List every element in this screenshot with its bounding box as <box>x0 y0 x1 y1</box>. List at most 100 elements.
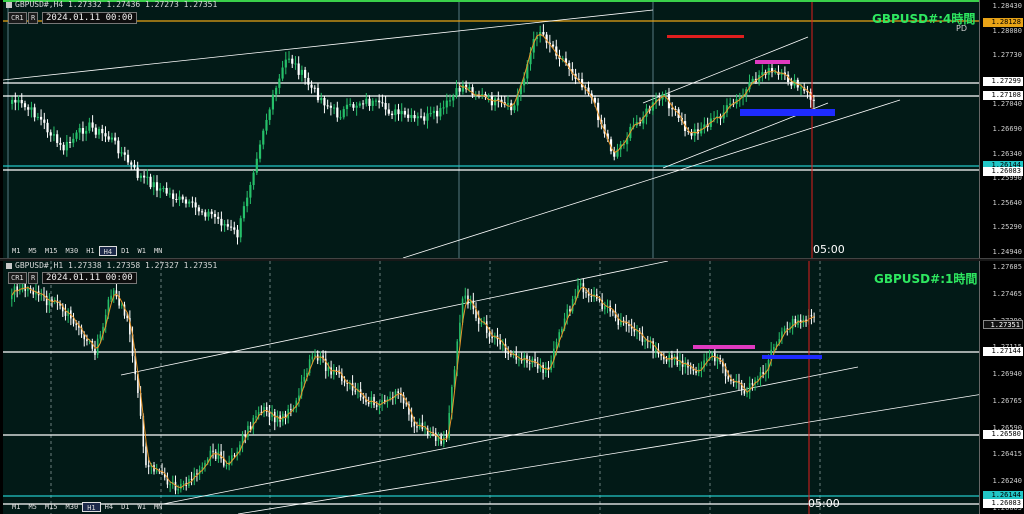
chart-menu-icon[interactable] <box>6 1 12 8</box>
h1-r-chip[interactable]: R <box>28 272 39 284</box>
h4-candle <box>374 100 378 102</box>
h1-candle <box>335 369 338 371</box>
h4-candle <box>197 207 200 212</box>
price-level-tag: 1.27144 <box>983 347 1023 356</box>
h1-candle <box>11 295 13 300</box>
h4-price-scale[interactable]: 1.284301.280801.277301.273801.270401.266… <box>979 0 1024 258</box>
h4-candle <box>233 227 236 230</box>
h4-chart-panel[interactable]: 1.284301.280801.277301.273801.270401.266… <box>0 0 1024 258</box>
h1-plot-area[interactable] <box>3 261 980 514</box>
timeframe-button-m1[interactable]: M1 <box>8 246 24 256</box>
timeframe-button-m15[interactable]: M15 <box>41 246 62 256</box>
h1-candle <box>464 295 467 299</box>
timeframe-button-mn[interactable]: MN <box>150 246 166 256</box>
timeframe-button-d1[interactable]: D1 <box>117 502 133 512</box>
h1-candle <box>375 405 378 407</box>
h4-candle <box>513 105 516 111</box>
h4-candle <box>146 176 149 178</box>
h4-plot-area[interactable] <box>3 0 980 258</box>
timeframe-button-m30[interactable]: M30 <box>62 502 83 512</box>
h4-candle <box>94 127 97 135</box>
h1-candle <box>585 292 587 294</box>
h4-candle <box>223 224 226 226</box>
timeframe-button-m15[interactable]: M15 <box>41 502 62 512</box>
h4-r-chip[interactable]: R <box>28 12 39 24</box>
price-tick-label: 1.25640 <box>992 198 1022 207</box>
h4-candle <box>284 59 287 68</box>
h1-candle <box>480 322 483 324</box>
h4-candle <box>551 44 555 47</box>
h4-candle <box>229 226 233 228</box>
chart-menu-icon[interactable] <box>6 262 12 269</box>
timeframe-button-m1[interactable]: M1 <box>8 502 24 512</box>
h1-candle <box>367 402 370 405</box>
h4-candle <box>104 133 107 137</box>
h1-candle <box>622 320 625 322</box>
h4-pd-label: PD <box>956 24 967 33</box>
h4-candle <box>75 132 78 139</box>
h4-candle <box>194 202 197 208</box>
timeframe-button-h4[interactable]: H4 <box>98 246 118 256</box>
h1-candle <box>220 451 222 459</box>
h4-candle <box>313 87 316 89</box>
timeframe-button-m5[interactable]: M5 <box>24 246 40 256</box>
h1-chart-panel[interactable]: 1.276851.274651.272901.271151.269401.267… <box>0 261 1024 514</box>
h1-candle <box>609 305 611 312</box>
h4-candle <box>20 100 23 104</box>
h4-candle <box>455 88 458 96</box>
timeframe-button-w1[interactable]: W1 <box>134 246 150 256</box>
h4-candle <box>207 211 210 217</box>
h1-candle <box>314 354 316 357</box>
h4-candle <box>236 229 239 238</box>
h4-candle <box>339 117 342 119</box>
h1-price-scale[interactable]: 1.276851.274651.272901.271151.269401.267… <box>979 261 1024 514</box>
h1-timeframe-bar: M1 M5 M15 M30 H1 H4 D1 W1 MN <box>8 502 166 512</box>
h4-candle <box>345 104 349 110</box>
h4-cr1-chip[interactable]: CR1 <box>8 12 27 24</box>
h4-resistance-marker-red <box>667 35 744 38</box>
h1-candle <box>27 287 29 291</box>
price-tick-label: 1.26765 <box>992 396 1022 405</box>
h1-candle <box>147 465 150 468</box>
h4-candle <box>304 69 307 78</box>
h1-candle <box>99 334 102 339</box>
h4-candle <box>432 110 436 114</box>
h4-candle <box>439 108 442 117</box>
timeframe-button-mn[interactable]: MN <box>150 502 166 512</box>
h1-cr1-chip[interactable]: CR1 <box>8 272 27 284</box>
timeframe-button-w1[interactable]: W1 <box>134 502 150 512</box>
price-level-tag: 1.26580 <box>983 430 1023 439</box>
h4-candle <box>333 107 336 109</box>
h4-candle <box>381 102 384 104</box>
h1-candle <box>416 426 418 428</box>
timeframe-button-h1[interactable]: H1 <box>82 502 101 512</box>
h1-candle <box>727 376 730 380</box>
h1-price-chart[interactable] <box>3 261 980 514</box>
h1-candle <box>443 436 445 444</box>
timeframe-button-m5[interactable]: M5 <box>24 502 40 512</box>
timeframe-button-h1[interactable]: H1 <box>82 246 98 256</box>
h1-candle <box>169 484 171 486</box>
h4-candle <box>81 128 85 134</box>
h1-candle <box>343 381 346 383</box>
h4-candle <box>378 100 381 103</box>
h4-candle <box>56 134 59 143</box>
h4-candle <box>114 137 117 141</box>
h4-candle <box>88 122 91 131</box>
price-tick-label: 1.28080 <box>992 26 1022 35</box>
timeframe-button-d1[interactable]: D1 <box>117 246 133 256</box>
price-tick-label: 1.27730 <box>992 51 1022 60</box>
timeframe-button-m30[interactable]: M30 <box>62 246 83 256</box>
h4-candle <box>43 119 46 123</box>
h4-candle <box>336 107 339 118</box>
h4-candle <box>400 111 403 115</box>
h1-support-zone-blue <box>762 355 822 359</box>
price-tick-label: 1.26240 <box>992 477 1022 486</box>
h4-candle <box>239 218 242 238</box>
h4-candle <box>133 164 136 168</box>
h4-candle <box>397 109 400 115</box>
h4-price-chart[interactable] <box>3 0 980 258</box>
price-tick-label: 1.27040 <box>992 100 1022 109</box>
timeframe-button-h4[interactable]: H4 <box>101 502 117 512</box>
h4-candle <box>30 107 33 110</box>
